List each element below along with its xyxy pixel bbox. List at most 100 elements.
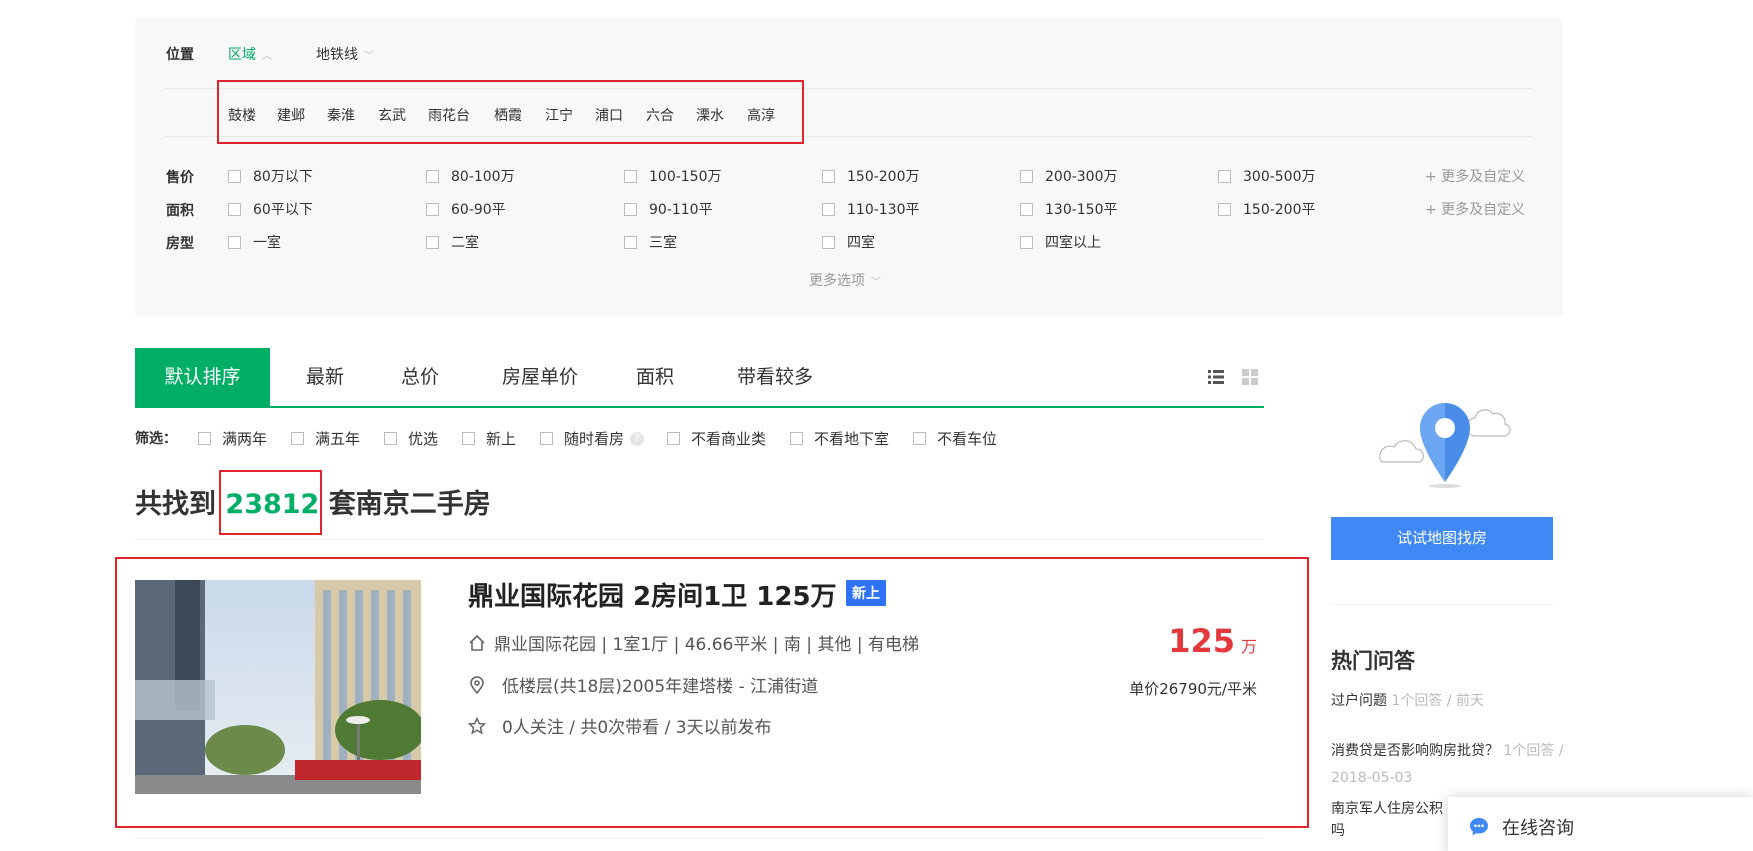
district-gulou[interactable]: 鼓楼 — [228, 105, 256, 125]
checkbox[interactable] — [913, 432, 926, 445]
checkbox[interactable] — [462, 432, 475, 445]
tab-district[interactable]: 区域 ︿ — [228, 44, 272, 64]
price-option[interactable]: 80-100万 — [426, 166, 515, 186]
checkbox[interactable] — [624, 202, 637, 216]
price-more-link[interactable]: + 更多及自定义 — [1425, 166, 1525, 186]
qa-meta: 1个回答 / 前天 — [1391, 693, 1484, 709]
sort-tab-default[interactable]: 默认排序 — [135, 348, 270, 406]
checkbox[interactable] — [384, 432, 397, 445]
option-label: 60-90平 — [451, 202, 506, 218]
grid-view-icon[interactable] — [1242, 369, 1258, 385]
price-option[interactable]: 80万以下 — [228, 166, 313, 186]
price-label: 售价 — [166, 170, 194, 186]
checkbox[interactable] — [540, 432, 553, 445]
house-icon — [469, 634, 485, 651]
quick-filter-option[interactable]: 满五年 — [291, 428, 360, 449]
price-option[interactable]: 150-200万 — [822, 166, 920, 186]
area-option[interactable]: 150-200平 — [1218, 199, 1316, 219]
more-options-toggle[interactable]: 更多选项 ﹀ — [809, 270, 881, 290]
district-xuanwu[interactable]: 玄武 — [378, 105, 406, 125]
qa-item[interactable]: 过户问题 1个回答 / 前天 — [1331, 688, 1571, 715]
quick-filter-option[interactable]: 不看地下室 — [790, 428, 889, 449]
rooms-option[interactable]: 四室 — [822, 232, 875, 252]
checkbox[interactable] — [790, 432, 803, 445]
district-jianye[interactable]: 建邺 — [277, 105, 305, 125]
price-option[interactable]: 300-500万 — [1218, 166, 1316, 186]
divider — [1331, 604, 1553, 605]
checkbox[interactable] — [198, 432, 211, 445]
rooms-label: 房型 — [166, 236, 194, 252]
rooms-option[interactable]: 三室 — [624, 232, 677, 252]
option-label: 80万以下 — [253, 169, 313, 185]
option-label: 新上 — [486, 430, 517, 448]
district-jiangning[interactable]: 江宁 — [545, 105, 573, 125]
help-icon[interactable]: ? — [630, 431, 645, 446]
price-option[interactable]: 100-150万 — [624, 166, 722, 186]
quick-filter-option[interactable]: 优选 — [384, 428, 438, 449]
checkbox[interactable] — [667, 432, 680, 445]
tab-subway-label: 地铁线 — [316, 47, 358, 63]
listing-title[interactable]: 鼎业国际花园 2房间1卫 125万 — [468, 576, 837, 613]
checkbox[interactable] — [228, 202, 241, 216]
online-consult-widget[interactable]: 在线咨询 — [1448, 797, 1753, 851]
sort-tab-area[interactable]: 面积 — [615, 348, 695, 406]
checkbox[interactable] — [822, 235, 835, 249]
district-gaochun[interactable]: 高淳 — [747, 105, 775, 125]
result-suffix: 套南京二手房 — [328, 489, 491, 520]
rooms-option[interactable]: 一室 — [228, 232, 281, 252]
area-option[interactable]: 130-150平 — [1020, 199, 1118, 219]
checkbox[interactable] — [1218, 202, 1231, 216]
checkbox[interactable] — [291, 432, 304, 445]
map-search-button[interactable]: 试试地图找房 — [1331, 517, 1553, 560]
sort-tab-latest[interactable]: 最新 — [285, 348, 365, 406]
price-option[interactable]: 200-300万 — [1020, 166, 1118, 186]
checkbox[interactable] — [1020, 235, 1033, 249]
quick-filter-option[interactable]: 不看车位 — [913, 428, 997, 449]
list-view-icon[interactable] — [1208, 369, 1224, 385]
checkbox[interactable] — [426, 235, 439, 249]
district-qinhuai[interactable]: 秦淮 — [327, 105, 355, 125]
area-option[interactable]: 60平以下 — [228, 199, 313, 219]
quick-filter-option[interactable]: 不看商业类 — [667, 428, 766, 449]
tab-subway[interactable]: 地铁线 ﹀ — [316, 44, 374, 64]
quick-filter-option[interactable]: 满两年 — [198, 428, 267, 449]
quick-filter-option[interactable]: 随时看房? — [540, 428, 645, 449]
checkbox[interactable] — [228, 169, 241, 183]
sort-tab-most-viewed[interactable]: 带看较多 — [720, 348, 830, 406]
checkbox[interactable] — [228, 235, 241, 249]
area-option[interactable]: 90-110平 — [624, 199, 713, 219]
option-label: 一室 — [253, 235, 281, 251]
location-pin-icon — [470, 675, 484, 694]
area-label: 面积 — [166, 203, 194, 219]
rooms-option[interactable]: 二室 — [426, 232, 479, 252]
option-label: 优选 — [408, 430, 439, 448]
district-lishui[interactable]: 溧水 — [696, 105, 724, 125]
checkbox[interactable] — [1020, 169, 1033, 183]
district-yuhuatai[interactable]: 雨花台 — [428, 105, 470, 125]
area-more-link[interactable]: + 更多及自定义 — [1425, 199, 1525, 219]
quick-filter-option[interactable]: 新上 — [462, 428, 516, 449]
sort-tab-total-price[interactable]: 总价 — [380, 348, 460, 406]
option-label: 四室以上 — [1045, 235, 1101, 251]
area-option[interactable]: 60-90平 — [426, 199, 506, 219]
sort-bar: 默认排序 最新 总价 房屋单价 面积 带看较多 — [135, 348, 1264, 408]
district-pukou[interactable]: 浦口 — [595, 105, 623, 125]
checkbox[interactable] — [1020, 202, 1033, 216]
checkbox[interactable] — [624, 169, 637, 183]
district-qixia[interactable]: 栖霞 — [494, 105, 522, 125]
qa-question: 消费贷是否影响购房批贷？ — [1331, 743, 1499, 759]
qa-item[interactable]: 消费贷是否影响购房批贷？ 1个回答 / 2018-05-03 — [1331, 738, 1571, 792]
district-liuhe[interactable]: 六合 — [646, 105, 674, 125]
area-option[interactable]: 110-130平 — [822, 199, 920, 219]
hot-qa-title: 热门问答 — [1331, 649, 1415, 673]
rooms-option[interactable]: 四室以上 — [1020, 232, 1101, 252]
checkbox[interactable] — [822, 202, 835, 216]
checkbox[interactable] — [1218, 169, 1231, 183]
checkbox[interactable] — [426, 169, 439, 183]
checkbox[interactable] — [426, 202, 439, 216]
checkbox[interactable] — [624, 235, 637, 249]
qa-question: 南京军人住房公积 — [1331, 801, 1443, 817]
listing-photo[interactable] — [135, 580, 421, 794]
checkbox[interactable] — [822, 169, 835, 183]
sort-tab-unit-price[interactable]: 房屋单价 — [485, 348, 595, 406]
